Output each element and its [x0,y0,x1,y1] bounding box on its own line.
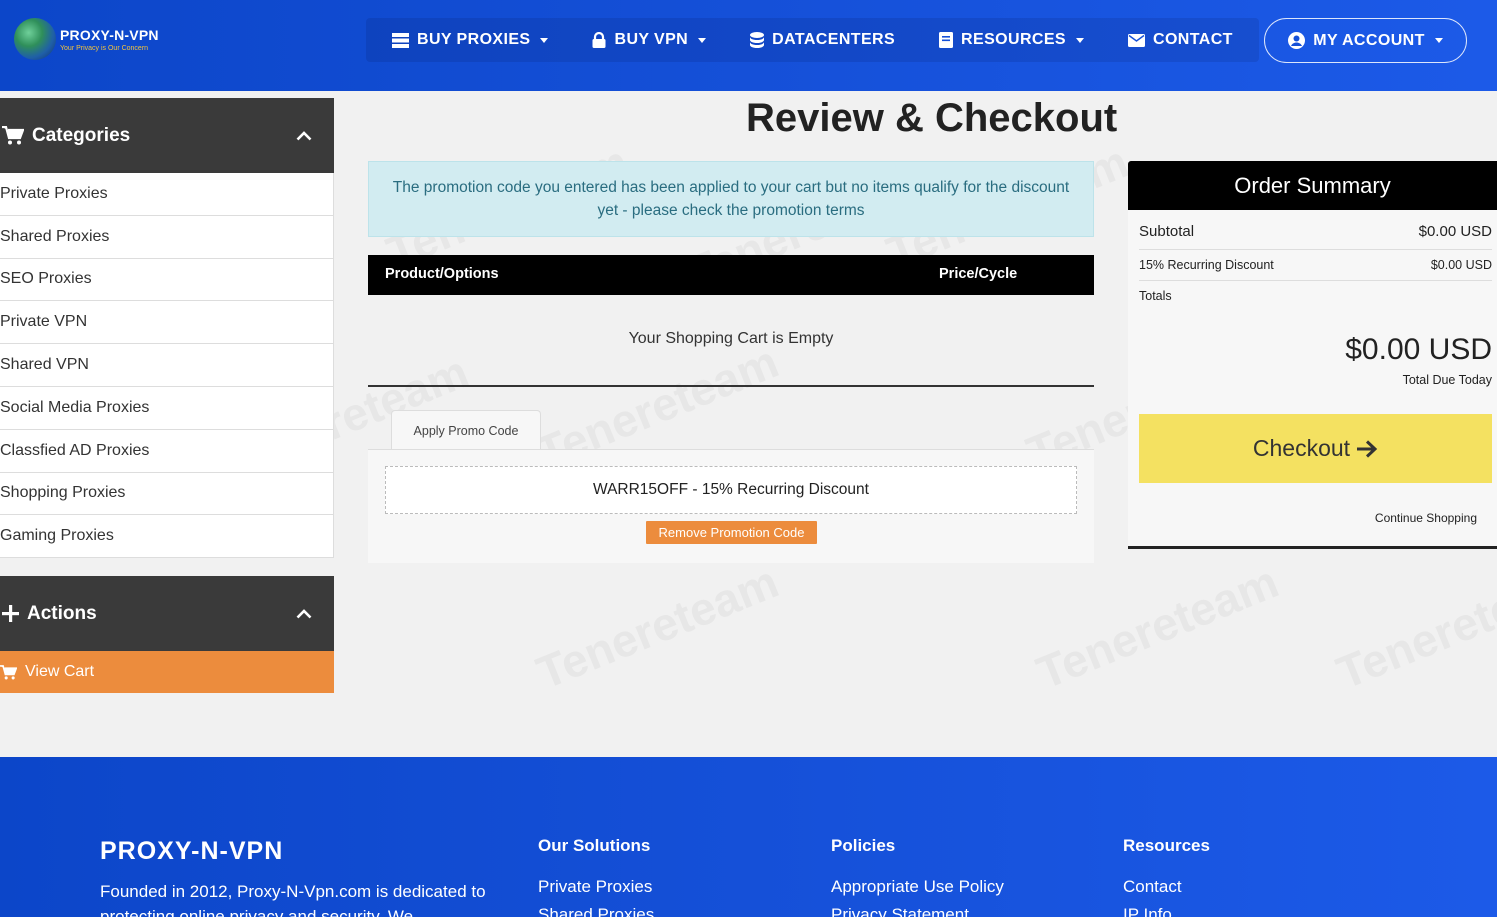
plus-icon [2,605,19,622]
view-cart-label: View Cart [25,663,95,680]
envelope-icon [1128,33,1145,47]
caret-down-icon [698,37,707,43]
cart-empty-message: Your Shopping Cart is Empty [368,295,1094,387]
main-nav: BUY PROXIES BUY VPN DATACENTERS RESOURCE… [366,18,1259,62]
sidebar-item-shared-proxies[interactable]: Shared Proxies [0,216,333,259]
promo-alert: The promotion code you entered has been … [368,161,1094,237]
tab-apply-promo-code[interactable]: Apply Promo Code [391,410,541,450]
footer-col-policies: Policies Appropriate Use Policy Privacy … [831,836,1004,917]
discount-label: 15% Recurring Discount [1139,258,1274,272]
footer-link[interactable]: Contact [1123,877,1210,897]
nav-datacenters[interactable]: DATACENTERS [728,18,917,62]
product-options-header: Product/Options [385,266,499,282]
sidebar-item-classfied-ad-proxies[interactable]: Classfied AD Proxies [0,430,333,473]
caret-down-icon [540,37,549,43]
categories-title: Categories [32,124,131,146]
divider [1139,280,1492,281]
checkout-button[interactable]: Checkout [1139,414,1492,483]
continue-shopping-link[interactable]: Continue Shopping [1375,511,1477,525]
nav-resources[interactable]: RESOURCES [917,18,1106,62]
footer-col-title: Policies [831,836,896,855]
user-circle-icon [1288,32,1306,49]
totals-label: Totals [1139,289,1172,303]
sidebar-item-private-proxies[interactable]: Private Proxies [0,173,333,216]
order-summary: Order Summary Subtotal $0.00 USD 15% Rec… [1128,161,1497,549]
database-icon [750,32,765,48]
divider [1139,249,1492,250]
server-icon [392,32,409,48]
cart-icon [2,126,24,145]
nav-label: DATACENTERS [772,31,896,48]
footer-brand: PROXY-N-VPN [100,837,284,865]
total-amount: $0.00 USD [1345,333,1492,366]
footer-link[interactable]: Private Proxies [538,877,654,897]
price-cycle-header: Price/Cycle [939,266,1018,282]
nav-label: CONTACT [1153,31,1233,48]
account-label: MY ACCOUNT [1313,31,1425,49]
my-account-button[interactable]: MY ACCOUNT [1264,18,1467,63]
cart-table-header: Product/Options Price/Cycle [368,255,1094,295]
caret-down-icon [1076,37,1084,43]
lock-icon [592,32,606,48]
footer-about: Founded in 2012, Proxy-N-Vpn.com is dedi… [100,882,486,917]
actions-panel-header[interactable]: Actions [0,576,334,651]
nav-label: BUY PROXIES [417,31,531,48]
footer-col-title: Resources [1123,836,1210,855]
footer-link[interactable]: Appropriate Use Policy [831,877,1004,897]
nav-buy-proxies[interactable]: BUY PROXIES [370,18,570,62]
caret-down-icon [1434,38,1443,43]
sidebar-item-gaming-proxies[interactable]: Gaming Proxies [0,515,333,559]
nav-buy-vpn[interactable]: BUY VPN [570,18,728,62]
totals-row: Totals [1139,289,1492,303]
sidebar-item-shared-vpn[interactable]: Shared VPN [0,344,333,387]
nav-label: RESOURCES [961,31,1066,48]
globe-icon [14,18,56,60]
subtotal-row: Subtotal $0.00 USD [1139,223,1492,240]
sidebar-item-shopping-proxies[interactable]: Shopping Proxies [0,473,333,516]
footer-col-solutions: Our Solutions Private Proxies Shared Pro… [538,836,654,917]
remove-promotion-button[interactable]: Remove Promotion Code [646,521,817,544]
sidebar-item-seo-proxies[interactable]: SEO Proxies [0,259,333,302]
footer-link[interactable]: Privacy Statement [831,905,1004,917]
footer-link[interactable]: IP Info [1123,905,1210,917]
actions-title: Actions [27,602,97,624]
site-logo[interactable]: PROXY-N-VPN Your Privacy is Our Concern [14,18,159,60]
sidebar-item-private-vpn[interactable]: Private VPN [0,301,333,345]
discount-value: $0.00 USD [1430,258,1492,272]
categories-list: Private Proxies Shared Proxies SEO Proxi… [0,173,334,559]
discount-row: 15% Recurring Discount $0.00 USD [1139,258,1492,272]
view-cart-link[interactable]: View Cart [0,651,334,693]
subtotal-label: Subtotal [1139,223,1195,240]
top-header: PROXY-N-VPN Your Privacy is Our Concern … [0,0,1497,91]
logo-name: PROXY-N-VPN [60,26,159,43]
subtotal-value: $0.00 USD [1418,223,1492,240]
site-footer: PROXY-N-VPN Founded in 2012, Proxy-N-Vpn… [0,757,1497,917]
total-due-caption: Total Due Today [1402,373,1492,387]
book-icon [939,32,954,48]
footer-link[interactable]: Shared Proxies [538,905,654,917]
footer-col-title: Our Solutions [538,836,651,855]
promo-panel: WARR15OFF - 15% Recurring Discount Remov… [368,449,1094,563]
arrow-right-icon [1357,439,1378,458]
page-title: Review & Checkout [746,96,1118,140]
nav-label: BUY VPN [614,31,689,48]
sidebar-item-social-media-proxies[interactable]: Social Media Proxies [0,387,333,430]
order-summary-title: Order Summary [1128,161,1497,210]
nav-contact[interactable]: CONTACT [1106,18,1255,62]
footer-col-resources: Resources Contact IP Info [1123,836,1210,917]
checkout-label: Checkout [1252,435,1351,461]
logo-tagline: Your Privacy is Our Concern [60,44,149,52]
applied-promo-code: WARR15OFF - 15% Recurring Discount [385,466,1077,514]
chevron-up-icon[interactable] [296,608,312,619]
cart-icon [0,664,17,679]
chevron-up-icon[interactable] [296,130,312,141]
categories-panel-header[interactable]: Categories [0,98,334,173]
